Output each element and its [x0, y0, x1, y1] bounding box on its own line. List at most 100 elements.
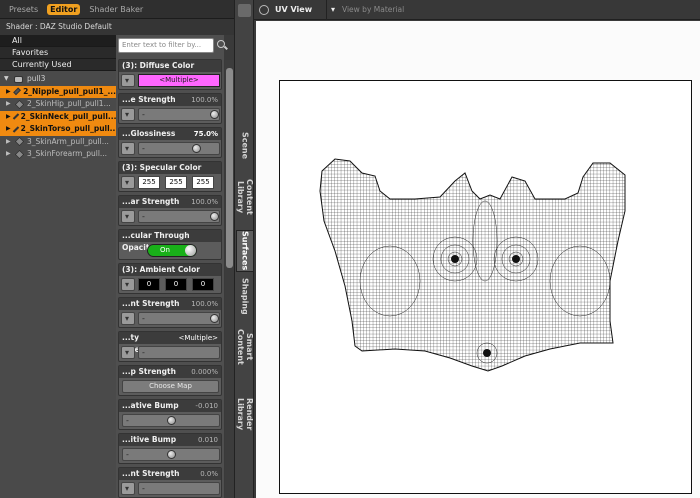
scrollbar-thumb[interactable] — [226, 68, 233, 268]
tree-root[interactable]: ▼ pull3 — [0, 73, 116, 86]
slider-knob[interactable] — [210, 110, 219, 119]
opacity-strength-slider[interactable]: - — [138, 346, 220, 359]
property-menu-button[interactable] — [121, 176, 135, 189]
chevron-down-icon[interactable]: ▾ — [326, 0, 335, 20]
tab-surfaces[interactable]: Surfaces — [236, 230, 254, 272]
property-opacity-strength: ...ty Strength <Multiple> - — [118, 331, 222, 362]
vertical-tab-bar: Scene Content Library Surfaces Shaping S… — [234, 0, 254, 498]
property-positive-bump: ...itive Bump 0.010 - — [118, 433, 222, 464]
negative-bump-slider[interactable]: - — [122, 414, 220, 427]
collapse-arrow-icon[interactable]: ▶ — [6, 123, 11, 136]
property-value: -0.010 — [195, 402, 218, 410]
property-menu-button[interactable] — [121, 278, 135, 291]
choose-map-button[interactable]: Choose Map — [122, 380, 219, 393]
tree-item[interactable]: ▶ 2_SkinHip_pull_pull1... — [0, 98, 116, 111]
slider-minus: - — [142, 314, 145, 323]
specular-b-field[interactable]: 255 — [192, 176, 214, 189]
tab-render-library[interactable]: Render Library — [236, 384, 254, 444]
slider-minus: - — [142, 212, 145, 221]
property-menu-button[interactable] — [121, 142, 135, 155]
material-icon — [12, 126, 19, 133]
filter-input[interactable]: Enter text to filter by... — [118, 38, 214, 53]
view-by-material-dropdown[interactable]: View by Material — [342, 0, 404, 20]
surface-tree: ▼ pull3 ▶ 2_Nipple_pull_pull1_... ▶ 2_Skin… — [0, 73, 116, 161]
tab-editor[interactable]: Editor — [47, 3, 81, 15]
slider-knob[interactable] — [192, 144, 201, 153]
property-label: ...ty Strength — [122, 333, 159, 354]
collapse-arrow-icon[interactable]: ▶ — [6, 136, 12, 149]
last-strength-slider[interactable]: - — [138, 482, 220, 495]
property-label: ...nt Strength — [122, 299, 180, 308]
property-menu-button[interactable] — [121, 74, 135, 87]
figure-icon — [14, 75, 23, 83]
property-value: 75.0% — [193, 130, 218, 138]
property-label: ...ative Bump — [122, 401, 179, 410]
property-label: (3): Diffuse Color — [122, 61, 195, 70]
slider-knob[interactable] — [210, 212, 219, 221]
slider-knob[interactable] — [210, 314, 219, 323]
specular-strength-slider[interactable]: - — [138, 210, 220, 223]
positive-bump-slider[interactable]: - — [122, 448, 220, 461]
diffuse-strength-slider[interactable]: - — [138, 108, 220, 121]
property-last-strength: ...nt Strength 0.0% - — [118, 467, 222, 498]
property-menu-button[interactable] — [121, 482, 135, 495]
ambient-r-field[interactable]: 0 — [138, 278, 160, 291]
slider-knob[interactable] — [167, 450, 176, 459]
through-opacity-toggle[interactable]: On — [147, 244, 197, 257]
property-through-opacity: ...cular Through Opacity On — [118, 229, 222, 260]
property-menu-button[interactable] — [121, 346, 135, 359]
tree-item[interactable]: ▶ 2_SkinTorso_pull_pull... — [0, 123, 116, 136]
ambient-strength-slider[interactable]: - — [138, 312, 220, 325]
tab-smart-content[interactable]: Smart Content — [236, 318, 254, 376]
property-label: ...ar Strength — [122, 197, 180, 206]
tab-shader-baker[interactable]: Shader Baker — [86, 4, 146, 15]
category-all[interactable]: All — [0, 35, 116, 47]
property-bump-strength: ...p Strength 0.000% Choose Map — [118, 365, 222, 396]
properties-scrollbar[interactable] — [225, 60, 234, 498]
property-menu-button[interactable] — [121, 108, 135, 121]
property-value: 100.0% — [191, 198, 218, 206]
globe-icon[interactable] — [259, 4, 269, 15]
ambient-g-field[interactable]: 0 — [165, 278, 187, 291]
tab-scene[interactable]: Scene — [236, 126, 254, 166]
category-currently-used[interactable]: Currently Used — [0, 59, 116, 71]
property-menu-button[interactable] — [121, 312, 135, 325]
search-icon[interactable] — [217, 40, 225, 48]
specular-g-field[interactable]: 255 — [165, 176, 187, 189]
specular-r-field[interactable]: 255 — [138, 176, 160, 189]
tab-presets[interactable]: Presets — [6, 4, 41, 15]
slider-minus: - — [142, 144, 145, 153]
uv-frame — [279, 80, 692, 494]
property-label: ...cular Through Opacity — [122, 231, 190, 252]
tree-item[interactable]: ▶ 2_Nipple_pull_pull1_... — [0, 85, 116, 99]
toggle-label: On — [160, 246, 170, 254]
ambient-b-field[interactable]: 0 — [192, 278, 214, 291]
collapse-arrow-icon[interactable]: ▶ — [6, 111, 11, 124]
slider-minus: - — [142, 484, 145, 493]
tree-item[interactable]: ▶ 2_SkinNeck_pull_pull... — [0, 110, 116, 124]
diffuse-color-swatch[interactable]: <Multiple> — [138, 74, 220, 87]
tab-content-library[interactable]: Content Library — [236, 166, 254, 228]
panel-menu-icon[interactable] — [238, 4, 251, 17]
slider-knob[interactable] — [167, 416, 176, 425]
uv-view-canvas[interactable] — [256, 21, 700, 498]
tab-shaping[interactable]: Shaping — [236, 276, 254, 316]
property-menu-button[interactable] — [121, 210, 135, 223]
tree-item[interactable]: ▶ 3_SkinArm_pull_pull... — [0, 136, 116, 149]
collapse-arrow-icon[interactable]: ▶ — [6, 86, 11, 99]
collapse-arrow-icon[interactable]: ▶ — [6, 98, 12, 111]
property-ambient-color: (3): Ambient Color 0 0 0 — [118, 263, 222, 294]
material-icon — [14, 99, 25, 110]
tree-item-label: 3_SkinArm_pull_pull... — [27, 136, 109, 146]
category-favorites[interactable]: Favorites — [0, 47, 116, 59]
toggle-knob — [185, 245, 196, 256]
glossiness-slider[interactable]: - — [138, 142, 220, 155]
expand-arrow-icon[interactable]: ▼ — [4, 73, 10, 86]
material-icon — [12, 113, 19, 120]
collapse-arrow-icon[interactable]: ▶ — [6, 148, 12, 161]
tree-item[interactable]: ▶ 3_SkinForearm_pull... — [0, 148, 116, 161]
property-value: 0.010 — [197, 436, 218, 444]
property-label: (3): Ambient Color — [122, 265, 200, 274]
property-negative-bump: ...ative Bump -0.010 - — [118, 399, 222, 430]
uv-mesh — [319, 158, 626, 372]
